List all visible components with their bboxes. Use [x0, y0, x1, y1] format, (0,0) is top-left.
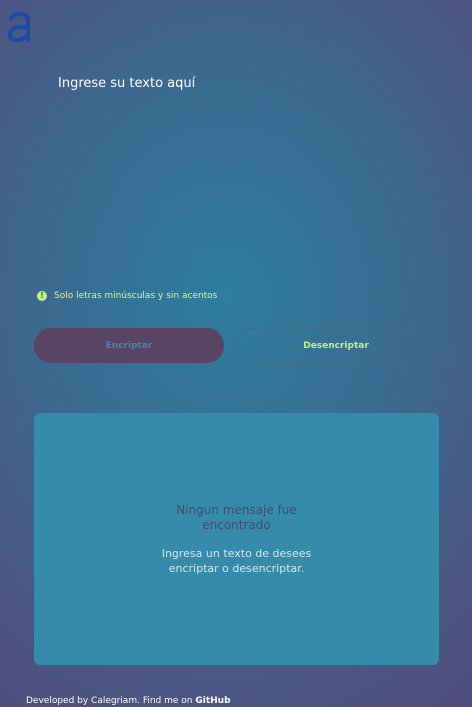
encrypt-button[interactable]: Encriptar	[34, 328, 224, 363]
footer: Developed by Calegriam. Find me on GitHu…	[26, 696, 231, 706]
github-link[interactable]: GitHub	[195, 696, 230, 706]
info-icon: !	[37, 291, 47, 301]
output-subtitle: Ingresa un texto de desees encriptar o d…	[161, 547, 312, 575]
footer-text: Developed by Calegriam. Find me on	[26, 696, 196, 706]
decrypt-button[interactable]: Desencriptar	[233, 328, 439, 363]
hint: ! Solo letras minúsculas y sin acentos	[37, 291, 217, 301]
logo-icon	[7, 11, 30, 43]
hint-text: Solo letras minúsculas y sin acentos	[54, 291, 218, 301]
output-title: Ningun mensaje fue encontrado	[176, 503, 297, 532]
output-panel: Ningun mensaje fue encontrado Ingresa un…	[34, 413, 439, 665]
text-input[interactable]	[58, 76, 438, 276]
